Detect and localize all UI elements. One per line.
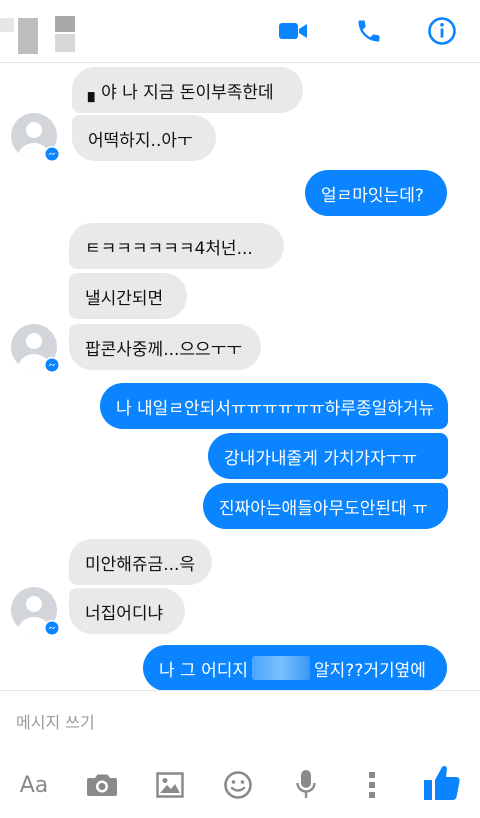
message-bubble-outgoing[interactable]: 나 그 어디지 알지??거기옆에 (143, 645, 447, 690)
thumbs-up-icon[interactable] (420, 761, 464, 805)
emoji-icon[interactable] (218, 765, 258, 805)
message-input[interactable] (0, 691, 480, 753)
message-bubble-outgoing[interactable]: 나 내일ㄹ안되서ㅠㅠㅠㅠㅠㅠ하루종일하거뉴 (100, 383, 448, 429)
message-list: ▖야 나 지금 돈이부족한데 어떡하지..아ㅜ 얼ㄹ마잇는데? ㅌㅋㅋㅋㅋㅋㅋ4… (0, 63, 480, 690)
composer-toolbar: Aa (0, 757, 480, 815)
text-format-icon[interactable]: Aa (14, 765, 54, 805)
microphone-icon[interactable] (286, 765, 326, 805)
video-camera-icon[interactable] (276, 14, 310, 48)
message-bubble-incoming[interactable]: 너집어디냐 (69, 588, 185, 634)
message-bubble-incoming[interactable]: ㅌㅋㅋㅋㅋㅋㅋ4처넌... (69, 223, 284, 269)
messenger-badge-icon (44, 146, 60, 162)
image-icon[interactable] (150, 765, 190, 805)
contact-avatar[interactable] (11, 324, 60, 373)
message-bubble-incoming[interactable]: ▖야 나 지금 돈이부족한데 (72, 67, 303, 113)
message-bubble-outgoing[interactable]: 강내가내줄게 가치가자ㅜㅠ (208, 433, 448, 479)
message-bubble-outgoing[interactable]: 얼ㄹ마잇는데? (305, 170, 447, 216)
info-icon[interactable] (425, 14, 459, 48)
message-composer: Aa (0, 690, 480, 818)
message-bubble-incoming[interactable]: 어떡하지..아ㅜ (72, 115, 216, 161)
messenger-badge-icon (44, 357, 60, 373)
messenger-badge-icon (44, 620, 60, 636)
message-bubble-incoming[interactable]: 낼시간되면 (69, 273, 187, 319)
message-bubble-incoming[interactable]: 팝콘사중께...으으ㅜㅜ (69, 324, 261, 370)
messenger-chat-screen: ▖야 나 지금 돈이부족한데 어떡하지..아ㅜ 얼ㄹ마잇는데? ㅌㅋㅋㅋㅋㅋㅋ4… (0, 0, 480, 818)
contact-avatar[interactable] (11, 587, 60, 636)
chat-header (0, 0, 480, 63)
camera-icon[interactable] (82, 765, 122, 805)
phone-icon[interactable] (352, 14, 386, 48)
message-bubble-outgoing[interactable]: 진짜아는애들아무도안된대 ㅠ (203, 483, 448, 529)
redacted-location (252, 656, 311, 680)
contact-avatar[interactable] (11, 113, 60, 162)
contact-name-redacted (0, 14, 80, 54)
message-text-part: 알지??거기옆에 (314, 660, 426, 681)
message-bubble-incoming[interactable]: 미안해쥬금...윽 (69, 539, 212, 585)
more-vertical-icon[interactable] (352, 765, 392, 805)
message-text-part: 나 그 어디지 (159, 660, 249, 681)
